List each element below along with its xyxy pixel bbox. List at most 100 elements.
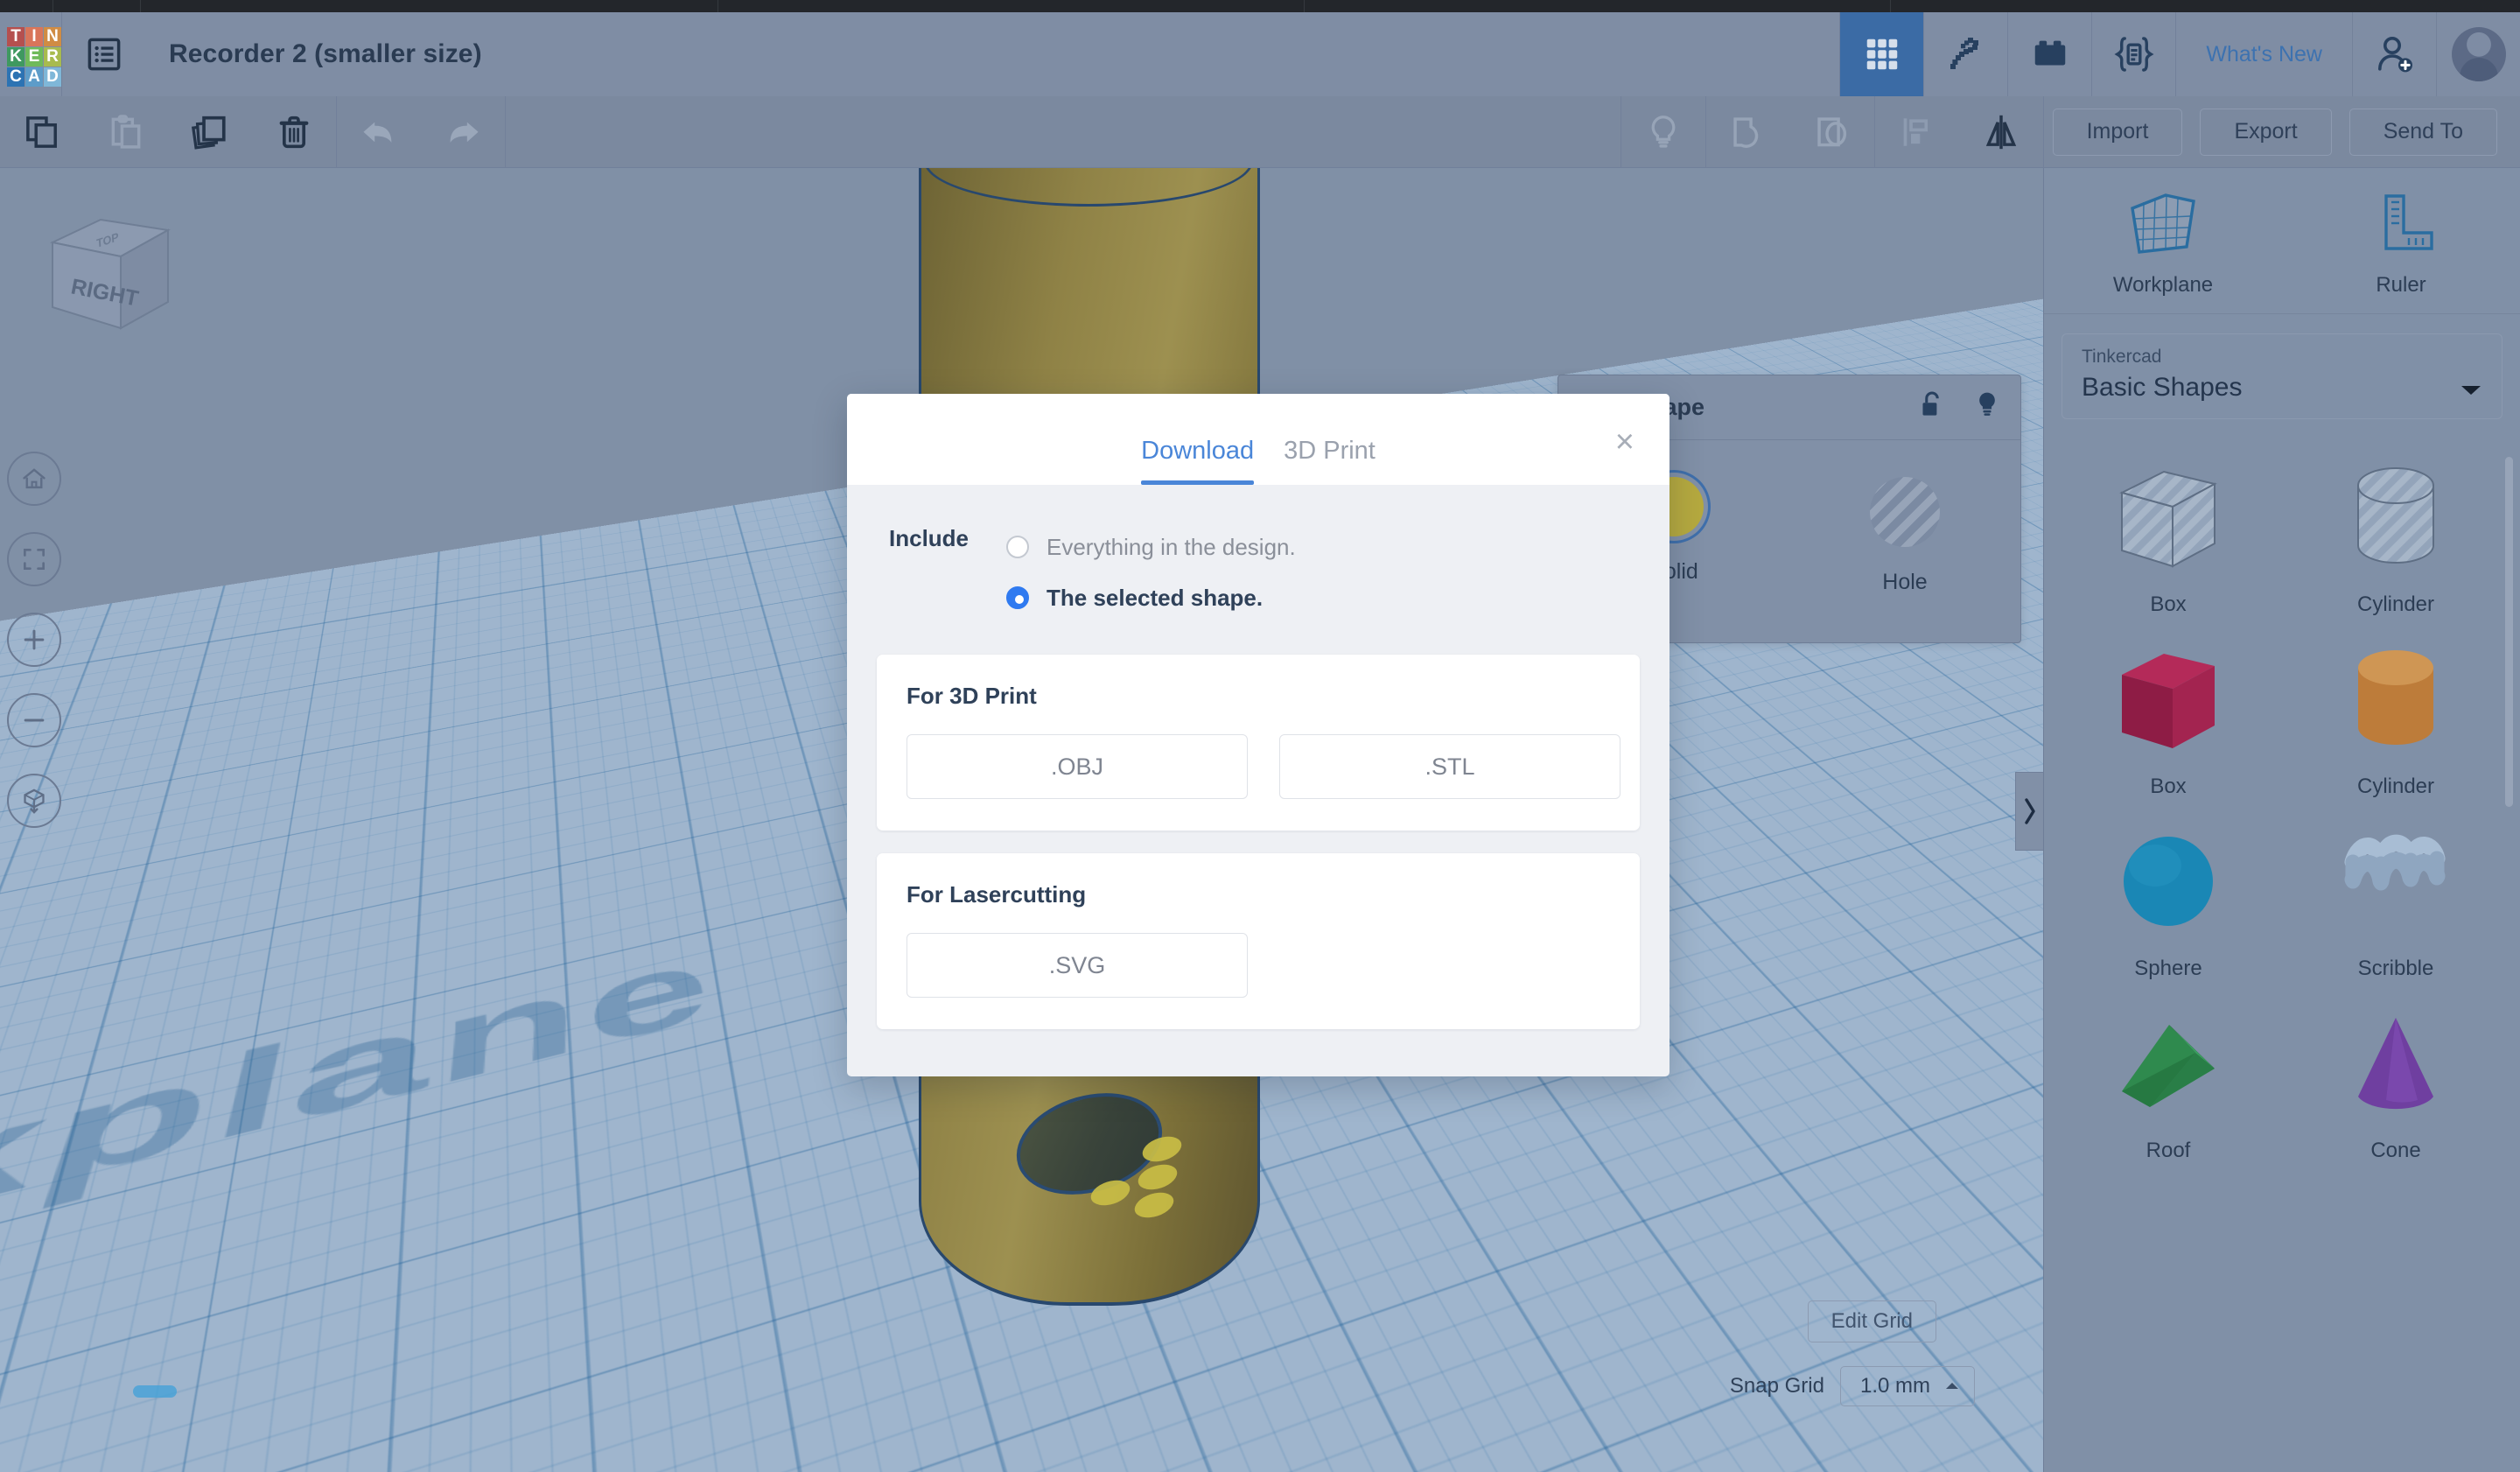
radio-option-everything[interactable]: Everything in the design.	[1006, 522, 1296, 572]
delete-button[interactable]	[252, 96, 336, 168]
shape-gallery-item[interactable]: Cylinder	[2282, 624, 2510, 803]
snap-grid-control: Snap Grid 1.0 mm	[1730, 1366, 1975, 1406]
redo-button[interactable]	[421, 96, 505, 168]
format-buttons: .OBJ .STL	[906, 734, 1620, 799]
logo-letter: D	[44, 67, 61, 87]
hole-swatch	[1870, 477, 1940, 547]
sidebar-tool-ruler[interactable]: Ruler	[2282, 191, 2520, 298]
paste-button[interactable]	[84, 96, 168, 168]
edit-grid-button[interactable]: Edit Grid	[1807, 1300, 1936, 1342]
close-icon[interactable]: ×	[1615, 425, 1634, 459]
tab-3d-print[interactable]: 3D Print	[1284, 437, 1376, 485]
home-view-icon	[23, 468, 46, 489]
light-bulb-icon	[1651, 115, 1675, 148]
zoom-in-button[interactable]	[7, 613, 61, 667]
ortho-perspective-icon	[24, 789, 45, 814]
zoom-in-icon	[24, 629, 45, 650]
shape-gallery-item[interactable]: Scribble	[2282, 806, 2510, 985]
ortho-perspective-button[interactable]	[7, 774, 61, 828]
home-view-button[interactable]	[7, 452, 61, 506]
shape-thumbnail	[2085, 825, 2251, 944]
mirror-icon	[1985, 115, 2016, 149]
pickaxe-icon	[1950, 38, 1978, 69]
mirror-button[interactable]	[1959, 96, 2043, 168]
shape-gallery-label: Scribble	[2357, 957, 2434, 980]
gallery-grid-icon	[1866, 39, 1898, 70]
view-cube[interactable]: RIGHT TOP	[18, 199, 192, 356]
fit-to-view-button[interactable]	[7, 532, 61, 586]
shape-thumbnail	[2313, 643, 2479, 762]
cylinder-hatched-icon	[2357, 467, 2434, 564]
shape-gallery-item[interactable]: Box	[2054, 442, 2282, 620]
fit-to-view-icon	[24, 549, 45, 570]
download-svg-button[interactable]: .SVG	[906, 933, 1248, 998]
brick-button[interactable]	[2007, 12, 2091, 96]
box-solid-icon	[2122, 654, 2215, 748]
whats-new-link[interactable]: What's New	[2175, 12, 2352, 96]
section-title: For 3D Print	[906, 683, 1037, 709]
logo-letter: K	[7, 47, 24, 67]
logo-letter: E	[25, 47, 43, 67]
design-list-button[interactable]	[62, 12, 146, 96]
shape-thumbnail	[2085, 461, 2251, 580]
copy-button[interactable]	[0, 96, 84, 168]
unlock-icon	[1922, 391, 1939, 416]
ungroup-button[interactable]	[1790, 96, 1874, 168]
import-button[interactable]: Import	[2052, 108, 2183, 156]
shape-gallery-item[interactable]: Cylinder	[2282, 442, 2510, 620]
light-bulb-icon	[1979, 392, 1995, 416]
send-to-button[interactable]: Send To	[2348, 108, 2497, 156]
cone-icon	[2358, 1018, 2433, 1110]
gallery-grid-button[interactable]	[1839, 12, 1924, 96]
chevron-down-icon	[2461, 386, 2481, 395]
shape-gallery-item[interactable]: Sphere	[2054, 806, 2282, 985]
download-obj-button[interactable]: .OBJ	[906, 734, 1248, 799]
radio-option-selected-shape[interactable]: The selected shape.	[1006, 572, 1296, 623]
tinkercad-logo[interactable]: T I N K E R C A D	[7, 27, 61, 87]
logo-letter: C	[7, 67, 24, 87]
sidebar-tool-label: Workplane	[2112, 273, 2214, 297]
light-button[interactable]	[1621, 96, 1705, 168]
invite-people-button[interactable]	[2352, 12, 2436, 96]
sidebar-scrollbar[interactable]	[2505, 457, 2513, 807]
radio-icon	[1006, 586, 1029, 609]
include-options: Include Everything in the design. The se…	[877, 522, 1640, 632]
cylinder-solid-icon	[2358, 650, 2433, 745]
shape-gallery-item[interactable]: Roof	[2054, 988, 2282, 1167]
shape-option-hole[interactable]: Hole	[1789, 477, 2020, 595]
export-button[interactable]: Export	[2200, 108, 2332, 156]
shape-library-select[interactable]: Tinkercad Basic Shapes	[2062, 333, 2502, 419]
logo-letter: N	[44, 27, 61, 46]
pickaxe-button[interactable]	[1923, 12, 2007, 96]
highlight-shape-button[interactable]	[1973, 389, 2001, 425]
trash-icon	[279, 116, 309, 148]
paste-icon	[111, 114, 141, 149]
snap-grid-select[interactable]: 1.0 mm	[1839, 1366, 1975, 1406]
download-stl-button[interactable]: .STL	[1279, 734, 1620, 799]
shape-gallery-item[interactable]: Cone	[2282, 988, 2510, 1167]
design-list-icon	[88, 38, 121, 71]
tab-download[interactable]: Download	[1141, 437, 1254, 485]
model-shadow-marker	[133, 1385, 177, 1398]
undo-icon	[363, 122, 392, 143]
lock-shape-button[interactable]	[1917, 389, 1947, 425]
document-title[interactable]: Recorder 2 (smaller size)	[169, 39, 482, 69]
account-avatar-button[interactable]	[2436, 12, 2520, 96]
duplicate-icon	[191, 116, 226, 150]
undo-button[interactable]	[337, 96, 421, 168]
panel-collapse-toggle[interactable]	[2015, 772, 2043, 851]
sidebar-tool-workplane[interactable]: Workplane	[2044, 191, 2282, 298]
format-buttons: .SVG	[906, 933, 1610, 998]
align-button[interactable]	[1875, 96, 1959, 168]
group-button[interactable]	[1706, 96, 1790, 168]
codeblocks-button[interactable]	[2091, 12, 2175, 96]
sidebar-tools: Workplane Ruler	[2044, 168, 2520, 314]
shape-gallery-item[interactable]: Box	[2054, 624, 2282, 803]
chevron-up-icon	[1946, 1383, 1958, 1389]
zoom-out-button[interactable]	[7, 693, 61, 747]
radio-icon	[1006, 536, 1029, 558]
section-title: For Lasercutting	[906, 881, 1087, 908]
duplicate-button[interactable]	[168, 96, 252, 168]
modal-body: Include Everything in the design. The se…	[847, 485, 1670, 1062]
radio-label: Everything in the design.	[1046, 533, 1296, 560]
